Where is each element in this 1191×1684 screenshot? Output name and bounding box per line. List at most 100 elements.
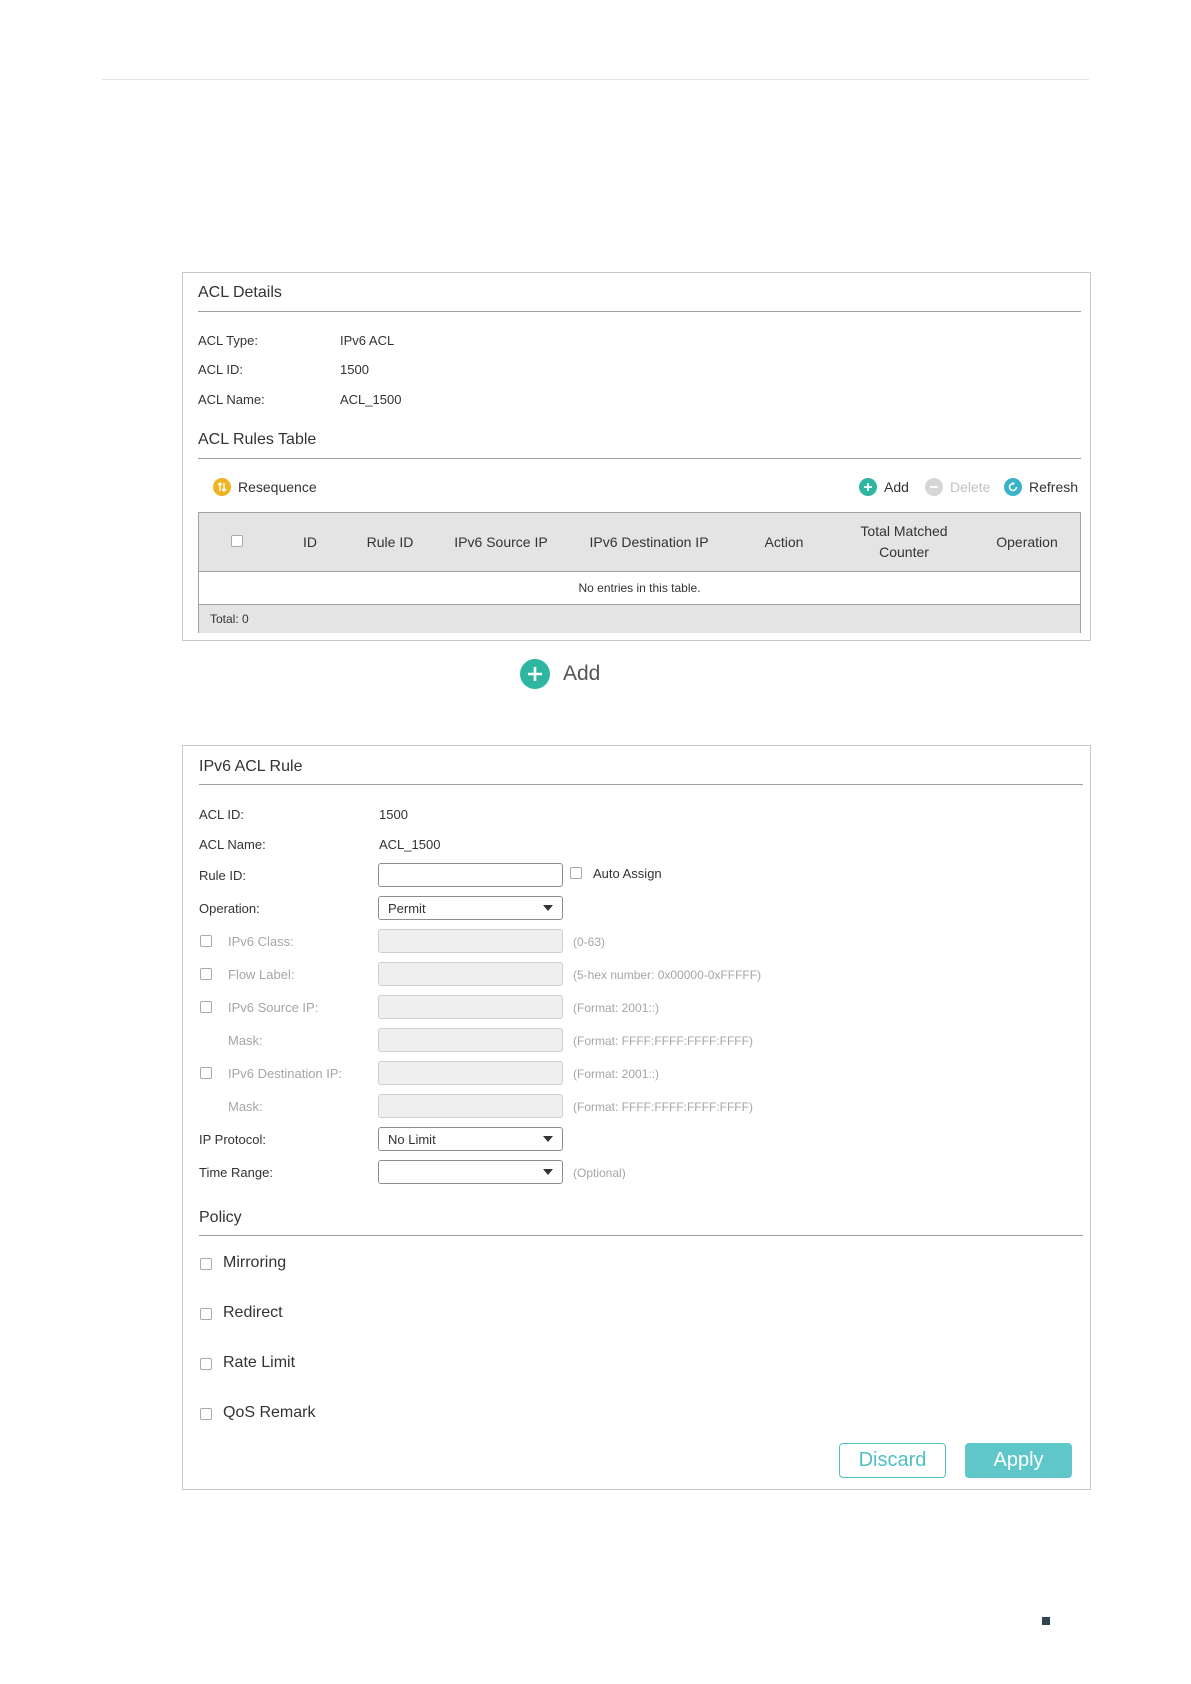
refresh-button[interactable]: Refresh (1004, 478, 1078, 496)
flow-label-checkbox[interactable] (200, 968, 212, 980)
source-mask-input[interactable] (378, 1028, 563, 1052)
auto-assign-checkbox[interactable] (570, 867, 582, 879)
counter-header-line2: Counter (879, 544, 929, 560)
destination-ip-input[interactable] (378, 1061, 563, 1085)
chevron-down-icon (543, 1136, 553, 1142)
flow-label-hint: (5-hex number: 0x00000-0xFFFFF) (573, 968, 762, 982)
destination-ip-checkbox[interactable] (200, 1067, 212, 1079)
source-ip-checkbox[interactable] (200, 1001, 212, 1013)
column-header-id[interactable]: ID (281, 513, 339, 571)
ip-protocol-selected-value: No Limit (388, 1131, 436, 1147)
add-button[interactable]: Add (859, 478, 909, 496)
add-label: Add (884, 479, 909, 495)
select-all-checkbox[interactable] (231, 535, 243, 547)
acl-type-label: ACL Type: (198, 333, 258, 348)
qos-remark-label: QoS Remark (223, 1404, 316, 1421)
section-divider (199, 1235, 1083, 1236)
table-header: ID Rule ID IPv6 Source IP IPv6 Destinati… (199, 513, 1080, 572)
ipv6-acl-rule-panel: IPv6 ACL Rule ACL ID: 1500 ACL Name: ACL… (182, 745, 1091, 1490)
acl-name-label: ACL Name: (198, 392, 265, 407)
policy-title: Policy (199, 1209, 242, 1226)
page-corner-mark (1042, 1617, 1050, 1625)
destination-ip-hint: (Format: 2001::) (573, 1067, 660, 1081)
rate-limit-label: Rate Limit (223, 1354, 296, 1371)
ip-protocol-label: IP Protocol: (199, 1132, 266, 1147)
rule-id-label: Rule ID: (199, 868, 246, 883)
operation-selected-value: Permit (388, 900, 426, 916)
acl-details-title: ACL Details (198, 284, 282, 301)
column-header-counter[interactable]: Total Matched Counter (839, 513, 969, 571)
auto-assign-label: Auto Assign (593, 866, 662, 881)
operation-label: Operation: (199, 901, 260, 916)
add-callout-label: Add (563, 662, 601, 685)
refresh-label: Refresh (1029, 479, 1079, 495)
source-mask-hint: (Format: FFFF:FFFF:FFFF:FFFF) (573, 1034, 753, 1048)
apply-button[interactable]: Apply (965, 1443, 1072, 1478)
ipv6-class-input[interactable] (378, 929, 563, 953)
source-ip-hint: (Format: 2001::) (573, 1001, 660, 1015)
column-header-operation[interactable]: Operation (974, 513, 1080, 571)
column-header-destination-ip[interactable]: IPv6 Destination IP (569, 513, 729, 571)
acl-id-label: ACL ID: (199, 807, 245, 822)
rules-table-title: ACL Rules Table (198, 431, 317, 448)
section-divider (198, 311, 1081, 312)
flow-label-input[interactable] (378, 962, 563, 986)
resequence-label: Resequence (238, 479, 317, 495)
rule-form-title: IPv6 ACL Rule (199, 758, 303, 775)
acl-name-label: ACL Name: (199, 837, 266, 852)
rate-limit-checkbox[interactable] (200, 1358, 212, 1370)
delete-button[interactable]: Delete (925, 478, 990, 496)
acl-id-value: 1500 (379, 807, 408, 822)
destination-ip-label: IPv6 Destination IP: (228, 1066, 343, 1081)
redirect-checkbox[interactable] (200, 1308, 212, 1320)
time-range-select[interactable] (378, 1160, 563, 1184)
mirroring-label: Mirroring (223, 1254, 287, 1271)
column-header-source-ip[interactable]: IPv6 Source IP (436, 513, 566, 571)
ipv6-class-checkbox[interactable] (200, 935, 212, 947)
acl-name-value: ACL_1500 (379, 837, 441, 852)
operation-select[interactable]: Permit (378, 896, 563, 920)
destination-mask-input[interactable] (378, 1094, 563, 1118)
mirroring-checkbox[interactable] (200, 1258, 212, 1270)
discard-button[interactable]: Discard (839, 1443, 946, 1478)
total-count: Total: 0 (210, 612, 249, 626)
acl-id-label: ACL ID: (198, 362, 244, 377)
add-callout: Add (520, 659, 600, 689)
section-divider (198, 458, 1081, 459)
acl-details-panel: ACL Details ACL Type: IPv6 ACL ACL ID: 1… (182, 272, 1091, 641)
time-range-label: Time Range: (199, 1165, 273, 1180)
delete-label: Delete (950, 479, 991, 495)
redirect-label: Redirect (223, 1304, 283, 1321)
plus-icon (859, 478, 877, 496)
chevron-down-icon (543, 905, 553, 911)
acl-type-value: IPv6 ACL (340, 333, 395, 348)
refresh-icon (1004, 478, 1022, 496)
minus-icon (925, 478, 943, 496)
column-header-action[interactable]: Action (739, 513, 829, 571)
resequence-icon (213, 478, 231, 496)
section-divider (199, 784, 1083, 785)
qos-remark-checkbox[interactable] (200, 1408, 212, 1420)
page-header-rule (102, 79, 1089, 80)
acl-rules-table: ID Rule ID IPv6 Source IP IPv6 Destinati… (198, 512, 1081, 633)
rule-id-input[interactable] (378, 863, 563, 887)
ip-protocol-select[interactable]: No Limit (378, 1127, 563, 1151)
counter-header-line1: Total Matched (860, 523, 948, 539)
destination-mask-hint: (Format: FFFF:FFFF:FFFF:FFFF) (573, 1100, 753, 1114)
plus-icon (520, 659, 550, 689)
table-footer: Total: 0 (199, 604, 1080, 633)
acl-id-value: 1500 (340, 362, 369, 377)
empty-table-message: No entries in this table. (578, 581, 701, 595)
chevron-down-icon (543, 1169, 553, 1175)
flow-label-label: Flow Label: (228, 967, 295, 982)
resequence-button[interactable]: Resequence (213, 478, 317, 496)
column-header-rule-id[interactable]: Rule ID (347, 513, 433, 571)
time-range-hint: (Optional) (573, 1166, 626, 1180)
source-ip-input[interactable] (378, 995, 563, 1019)
source-mask-label: Mask: (228, 1033, 263, 1048)
source-ip-label: IPv6 Source IP: (228, 1000, 319, 1015)
ipv6-class-label: IPv6 Class: (228, 934, 294, 949)
destination-mask-label: Mask: (228, 1099, 263, 1114)
acl-name-value: ACL_1500 (340, 392, 402, 407)
ipv6-class-hint: (0-63) (573, 935, 606, 949)
